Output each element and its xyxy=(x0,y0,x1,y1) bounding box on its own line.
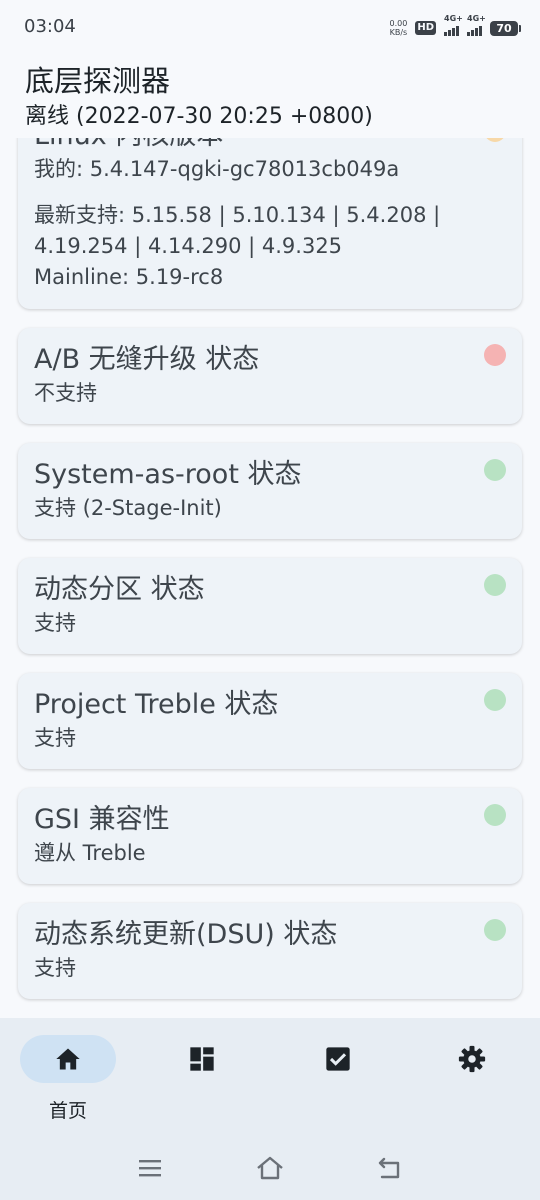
card-title: 动态分区 状态 xyxy=(34,574,205,605)
status-indicator xyxy=(484,344,506,366)
page-subtitle: 离线 (2022-07-30 20:25 +0800) xyxy=(25,104,373,129)
card-title: 动态系统更新(DSU) 状态 xyxy=(34,919,338,950)
signal-sim1-icon: 4G+ xyxy=(444,14,463,36)
system-navigation-bar xyxy=(0,1145,540,1191)
home-icon xyxy=(56,1048,80,1070)
content-scroll-area[interactable]: Linux 内核版本 我的: 5.4.147-qgki-gc78013cb049… xyxy=(0,138,540,1018)
card-gsi-compatibility[interactable]: GSI 兼容性 遵从 Treble xyxy=(18,788,522,884)
card-value: 我的: 5.4.147-qgki-gc78013cb049a xyxy=(34,157,400,181)
nav-dashboard[interactable] xyxy=(154,1035,250,1083)
recents-button[interactable] xyxy=(133,1153,167,1183)
card-list: Linux 内核版本 我的: 5.4.147-qgki-gc78013cb049… xyxy=(18,138,522,1018)
card-title: System-as-root 状态 xyxy=(34,459,302,490)
status-indicator xyxy=(484,804,506,826)
status-indicator xyxy=(484,689,506,711)
status-time: 03:04 xyxy=(24,16,76,37)
card-ab-update[interactable]: A/B 无缝升级 状态 不支持 xyxy=(18,328,522,424)
status-bar: 03:04 0.00 KB/s HD 4G+ 4G+ 70 xyxy=(0,0,540,56)
card-title: Project Treble 状态 xyxy=(34,689,279,720)
system-home-button[interactable] xyxy=(253,1153,287,1183)
card-system-as-root[interactable]: System-as-root 状态 支持 (2-Stage-Init) xyxy=(18,443,522,539)
battery-icon: 70 xyxy=(490,20,521,36)
card-kernel-version[interactable]: Linux 内核版本 我的: 5.4.147-qgki-gc78013cb049… xyxy=(18,138,522,309)
nav-checklist[interactable] xyxy=(290,1035,386,1083)
page-title: 底层探测器 xyxy=(25,64,171,98)
network-speed: 0.00 KB/s xyxy=(389,19,408,37)
card-title: GSI 兼容性 xyxy=(34,804,170,835)
back-button[interactable] xyxy=(373,1153,407,1183)
card-title: Linux 内核版本 xyxy=(34,138,472,154)
back-icon xyxy=(378,1157,400,1179)
app-header: 底层探测器 离线 (2022-07-30 20:25 +0800) xyxy=(0,56,540,138)
card-detail: 最新支持: 5.15.58 | 5.10.134 | 5.4.208 | 4.1… xyxy=(34,203,441,289)
card-value: 支持 (2-Stage-Init) xyxy=(34,496,222,520)
home-outline-icon xyxy=(257,1156,283,1180)
menu-icon xyxy=(139,1160,161,1177)
dashboard-icon xyxy=(190,1047,214,1071)
card-project-treble[interactable]: Project Treble 状态 支持 xyxy=(18,673,522,769)
card-value: 支持 xyxy=(34,726,76,750)
card-value: 支持 xyxy=(34,956,76,980)
card-value: 不支持 xyxy=(34,381,97,405)
card-value: 遵从 Treble xyxy=(34,841,146,865)
status-indicator xyxy=(484,574,506,596)
nav-home[interactable] xyxy=(20,1035,116,1083)
status-indicator xyxy=(484,919,506,941)
card-dsu[interactable]: 动态系统更新(DSU) 状态 支持 xyxy=(18,903,522,999)
hd-voice-icon: HD xyxy=(415,21,436,35)
nav-settings[interactable] xyxy=(424,1035,520,1083)
checkbox-icon xyxy=(326,1047,350,1071)
status-icons: 0.00 KB/s HD 4G+ 4G+ 70 xyxy=(389,14,521,40)
nav-home-label[interactable]: 首页 xyxy=(20,1096,116,1123)
card-value: 支持 xyxy=(34,611,76,635)
status-indicator xyxy=(484,138,506,142)
gear-icon xyxy=(458,1045,486,1073)
signal-sim2-icon: 4G+ xyxy=(467,14,486,36)
card-title: A/B 无缝升级 状态 xyxy=(34,344,260,375)
card-dynamic-partitions[interactable]: 动态分区 状态 支持 xyxy=(18,558,522,654)
status-indicator xyxy=(484,459,506,481)
